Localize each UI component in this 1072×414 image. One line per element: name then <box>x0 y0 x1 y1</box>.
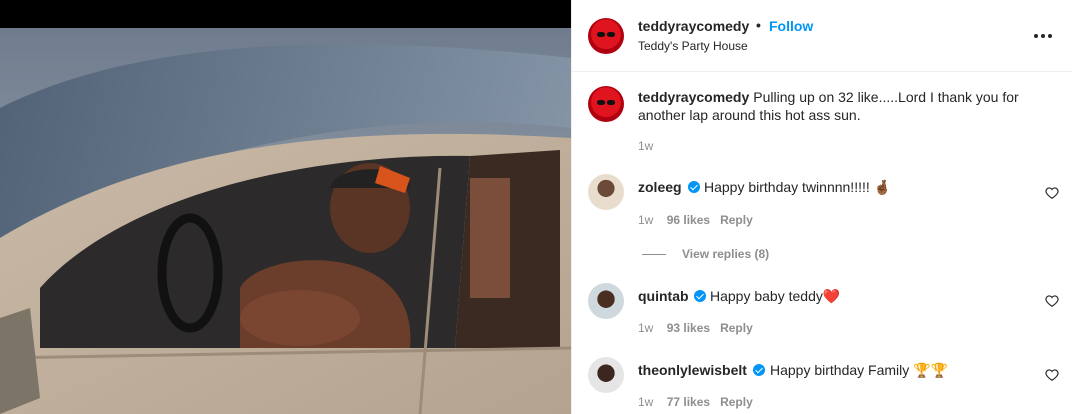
view-replies-button[interactable]: View replies (8) <box>642 247 769 261</box>
like-heart-icon[interactable] <box>1045 368 1059 382</box>
comment-username[interactable]: zoleeg <box>638 179 682 195</box>
comment-likes[interactable]: 96 likes <box>667 213 710 227</box>
comment-meta: 1w 77 likes Reply <box>638 395 753 409</box>
comment-username[interactable]: quintab <box>638 288 689 304</box>
view-replies-label: View replies (8) <box>682 247 770 261</box>
comment-meta: 1w 93 likes Reply <box>638 321 753 335</box>
divider-line <box>642 253 666 255</box>
comment-avatar-quintab[interactable] <box>588 283 624 319</box>
author-username[interactable]: teddyraycomedy <box>638 18 749 34</box>
post-header: teddyraycomedy • Follow Teddy's Party Ho… <box>572 0 1072 72</box>
location-link[interactable]: Teddy's Party House <box>638 39 748 53</box>
comment-likes[interactable]: 93 likes <box>667 321 710 335</box>
verified-badge-icon <box>753 364 765 376</box>
follow-button[interactable]: Follow <box>769 18 813 34</box>
author-avatar[interactable] <box>588 18 624 54</box>
post-caption: teddyraycomedy Pulling up on 32 like.....… <box>638 88 1048 124</box>
reply-button[interactable]: Reply <box>720 321 753 335</box>
verified-badge-icon <box>694 290 706 302</box>
image-top-band <box>0 0 571 28</box>
comment-avatar-theonlylewisbelt[interactable] <box>588 357 624 393</box>
like-heart-icon[interactable] <box>1045 294 1059 308</box>
caption-timestamp[interactable]: 1w <box>638 139 653 153</box>
post-image[interactable] <box>0 0 571 414</box>
comment-time[interactable]: 1w <box>638 213 653 227</box>
verified-badge-icon <box>688 181 700 193</box>
reply-button[interactable]: Reply <box>720 395 753 409</box>
comment-likes[interactable]: 77 likes <box>667 395 710 409</box>
comment-avatar-zoleeg[interactable] <box>588 174 624 210</box>
comment-time[interactable]: 1w <box>638 321 653 335</box>
more-options-icon[interactable] <box>1034 27 1052 45</box>
comment-text: Happy birthday twinnnn!!!!! 🤞🏾 <box>704 179 892 195</box>
caption-author-avatar[interactable] <box>588 86 624 122</box>
comment-meta: 1w 96 likes Reply <box>638 213 753 227</box>
comment-username[interactable]: theonlylewisbelt <box>638 362 747 378</box>
separator-dot: • <box>756 17 761 33</box>
comment-text: Happy birthday Family 🏆🏆 <box>770 362 949 378</box>
comment-time[interactable]: 1w <box>638 395 653 409</box>
post-side-panel: teddyraycomedy • Follow Teddy's Party Ho… <box>571 0 1072 414</box>
caption-username[interactable]: teddyraycomedy <box>638 89 749 105</box>
reply-button[interactable]: Reply <box>720 213 753 227</box>
car-photo-illustration <box>0 28 571 414</box>
like-heart-icon[interactable] <box>1045 186 1059 200</box>
comment-text: Happy baby teddy❤️ <box>710 288 841 304</box>
